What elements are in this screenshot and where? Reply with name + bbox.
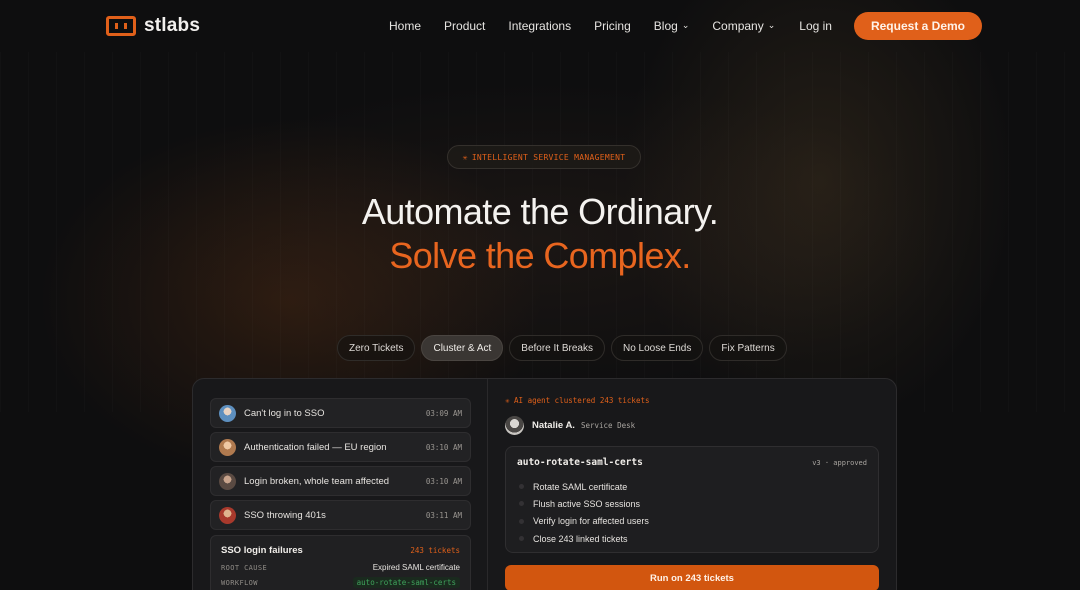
step-dot-icon	[519, 484, 524, 490]
hero-badge-label: INTELLIGENT SERVICE MANAGEMENT	[471, 152, 626, 162]
nav-link-label: Company	[712, 19, 764, 33]
nav-links: Home Product Integrations Pricing Blog ⌄ …	[389, 19, 775, 33]
ticket-title: Login broken, whole team affected	[244, 475, 390, 487]
step-label: Rotate SAML certificate	[533, 481, 628, 492]
logo-text: stlabs	[144, 15, 201, 36]
logo-mark-icon	[106, 16, 136, 36]
nav-link-blog[interactable]: Blog ⌄	[654, 19, 690, 33]
ticket-item[interactable]: Can't log in to SSO 03:09 AM	[210, 398, 471, 428]
nav-link-pricing[interactable]: Pricing	[594, 19, 631, 33]
nav-link-company[interactable]: Company ⌄	[712, 19, 775, 33]
ticket-title: Can't log in to SSO	[244, 407, 325, 419]
run-workflow-button[interactable]: Run on 243 tickets	[505, 565, 879, 590]
hero-badge: ✳ INTELLIGENT SERVICE MANAGEMENT	[447, 145, 641, 169]
chevron-down-icon: ⌄	[681, 19, 690, 30]
workflow-tag: auto-rotate-saml-certs	[352, 577, 460, 588]
top-navigation: stlabs Home Product Integrations Pricing…	[0, 0, 1080, 52]
nav-link-label: Integrations	[508, 19, 572, 33]
workflow-version: v3 · approved	[812, 458, 867, 467]
step-label: Close 243 linked tickets	[533, 533, 628, 544]
step-label: Verify login for affected users	[533, 516, 649, 527]
request-demo-button[interactable]: Request a Demo	[853, 12, 982, 40]
demo-panel: Can't log in to SSO 03:09 AM Authenticat…	[192, 378, 897, 590]
cluster-count: 243 tickets	[410, 546, 460, 555]
ticket-item[interactable]: SSO throwing 401s 03:11 AM	[210, 500, 471, 530]
hero-headline-line-1: Automate the Ordinary.	[361, 191, 719, 232]
tab-zero-tickets[interactable]: Zero Tickets	[337, 335, 416, 361]
ticket-time: 03:10 AM	[425, 476, 462, 486]
workflow-label: WORKFLOW	[221, 578, 258, 587]
workflow-step: Rotate SAML certificate	[517, 478, 867, 495]
nav-link-integrations[interactable]: Integrations	[508, 19, 571, 33]
step-label: Flush active SSO sessions	[533, 498, 641, 509]
user-name: Natalie A.	[532, 420, 575, 431]
nav-link-label: Pricing	[594, 19, 631, 33]
workflow-steps: Rotate SAML certificate Flush active SSO…	[517, 478, 867, 547]
tab-no-loose-ends[interactable]: No Loose Ends	[610, 335, 704, 361]
step-dot-icon	[519, 518, 524, 524]
root-cause-value: Expired SAML certificate	[372, 563, 460, 572]
step-dot-icon	[519, 536, 524, 542]
ticket-list: Can't log in to SSO 03:09 AM Authenticat…	[210, 398, 471, 590]
avatar	[219, 438, 236, 456]
cluster-card[interactable]: SSO login failures 243 tickets ROOT CAUS…	[210, 535, 471, 590]
tab-fix-patterns[interactable]: Fix Patterns	[709, 335, 787, 361]
workflow-step: Close 243 linked tickets	[517, 530, 867, 547]
ticket-item[interactable]: Login broken, whole team affected 03:10 …	[210, 466, 471, 496]
workflow-step: Flush active SSO sessions	[517, 495, 867, 512]
workflow-step: Verify login for affected users	[517, 513, 867, 530]
panel-divider	[487, 379, 488, 590]
agent-status: ✳ AI agent clustered 243 tickets	[505, 396, 650, 405]
logo[interactable]: stlabs	[106, 15, 200, 37]
nav-link-product[interactable]: Product	[444, 19, 485, 33]
ticket-item[interactable]: Authentication failed — EU region 03:10 …	[210, 432, 471, 462]
avatar	[505, 416, 524, 435]
ticket-title: SSO throwing 401s	[244, 509, 326, 521]
workflow-card: auto-rotate-saml-certs v3 · approved Rot…	[505, 446, 879, 553]
chevron-down-icon: ⌄	[767, 19, 776, 30]
asterisk-icon: ✳	[462, 152, 468, 162]
avatar	[219, 506, 236, 524]
avatar	[219, 404, 236, 422]
approver: Natalie A. Service Desk	[505, 416, 879, 435]
avatar	[219, 472, 236, 490]
hero-headline-line-2: Solve the Complex.	[389, 235, 691, 276]
tab-before-it-breaks[interactable]: Before It Breaks	[509, 335, 605, 361]
ticket-time: 03:10 AM	[425, 442, 462, 452]
nav-link-label: Home	[389, 19, 422, 33]
agent-panel: ✳ AI agent clustered 243 tickets Natalie…	[505, 396, 879, 590]
cluster-title: SSO login failures	[221, 545, 303, 556]
ticket-title: Authentication failed — EU region	[244, 441, 387, 453]
user-role: Service Desk	[580, 421, 636, 430]
ticket-time: 03:09 AM	[425, 408, 462, 418]
tab-cluster-and-act[interactable]: Cluster & Act	[421, 335, 504, 361]
login-link[interactable]: Log in	[799, 19, 832, 33]
root-cause-label: ROOT CAUSE	[221, 563, 268, 572]
ticket-time: 03:11 AM	[425, 510, 462, 520]
workflow-name: auto-rotate-saml-certs	[517, 457, 643, 468]
step-dot-icon	[519, 501, 524, 507]
nav-link-label: Product	[444, 19, 486, 33]
feature-tabs: Zero Tickets Cluster & Act Before It Bre…	[337, 335, 787, 361]
nav-link-label: Blog	[653, 19, 678, 33]
nav-link-home[interactable]: Home	[389, 19, 421, 33]
